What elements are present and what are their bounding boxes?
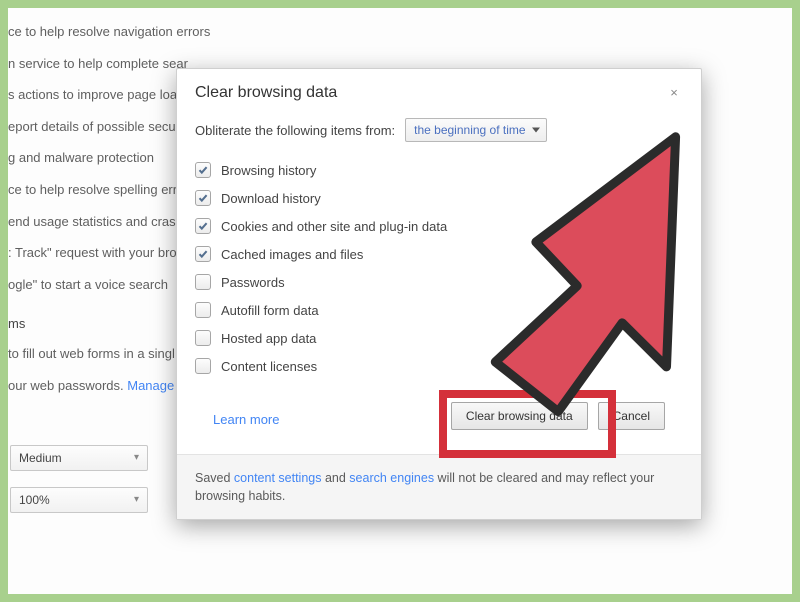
option-label: Cached images and files bbox=[221, 247, 363, 262]
dialog-title: Clear browsing data bbox=[195, 84, 665, 102]
checkbox[interactable] bbox=[195, 302, 211, 318]
checkmark-icon bbox=[198, 249, 208, 259]
dialog-footer-note: Saved content settings and search engine… bbox=[177, 454, 701, 519]
content-settings-link[interactable]: content settings bbox=[234, 471, 322, 485]
option-label: Cookies and other site and plug-in data bbox=[221, 219, 447, 234]
time-range-select[interactable]: the beginning of time bbox=[405, 118, 546, 142]
option-row: Content licenses bbox=[195, 352, 683, 380]
learn-more-link[interactable]: Learn more bbox=[213, 412, 279, 427]
option-row: Browsing history bbox=[195, 156, 683, 184]
option-label: Download history bbox=[221, 191, 321, 206]
option-row: Download history bbox=[195, 184, 683, 212]
close-icon[interactable]: × bbox=[665, 84, 683, 102]
checkbox[interactable] bbox=[195, 162, 211, 178]
checkmark-icon bbox=[198, 165, 208, 175]
option-row: Cached images and files bbox=[195, 240, 683, 268]
page-zoom-select[interactable]: 100% bbox=[10, 487, 148, 513]
checkbox[interactable] bbox=[195, 358, 211, 374]
obliterate-prompt: Obliterate the following items from: bbox=[195, 123, 395, 138]
checkbox[interactable] bbox=[195, 218, 211, 234]
option-label: Passwords bbox=[221, 275, 285, 290]
checkbox[interactable] bbox=[195, 246, 211, 262]
search-engines-link[interactable]: search engines bbox=[349, 471, 434, 485]
bg-pw-text: our web passwords. bbox=[8, 378, 127, 393]
option-row: Hosted app data bbox=[195, 324, 683, 352]
option-row: Autofill form data bbox=[195, 296, 683, 324]
option-label: Autofill form data bbox=[221, 303, 319, 318]
bg-line: ce to help resolve navigation errors bbox=[8, 16, 792, 48]
checkbox[interactable] bbox=[195, 330, 211, 346]
cancel-button[interactable]: Cancel bbox=[598, 402, 665, 430]
checkbox[interactable] bbox=[195, 274, 211, 290]
option-row: Cookies and other site and plug-in data bbox=[195, 212, 683, 240]
option-row: Passwords bbox=[195, 268, 683, 296]
font-size-select[interactable]: Medium bbox=[10, 445, 148, 471]
checkmark-icon bbox=[198, 193, 208, 203]
clear-browsing-data-button[interactable]: Clear browsing data bbox=[451, 402, 588, 430]
option-label: Content licenses bbox=[221, 359, 317, 374]
checkmark-icon bbox=[198, 221, 208, 231]
option-label: Browsing history bbox=[221, 163, 316, 178]
option-label: Hosted app data bbox=[221, 331, 316, 346]
checkbox[interactable] bbox=[195, 190, 211, 206]
clear-browsing-data-dialog: Clear browsing data × Obliterate the fol… bbox=[176, 68, 702, 520]
